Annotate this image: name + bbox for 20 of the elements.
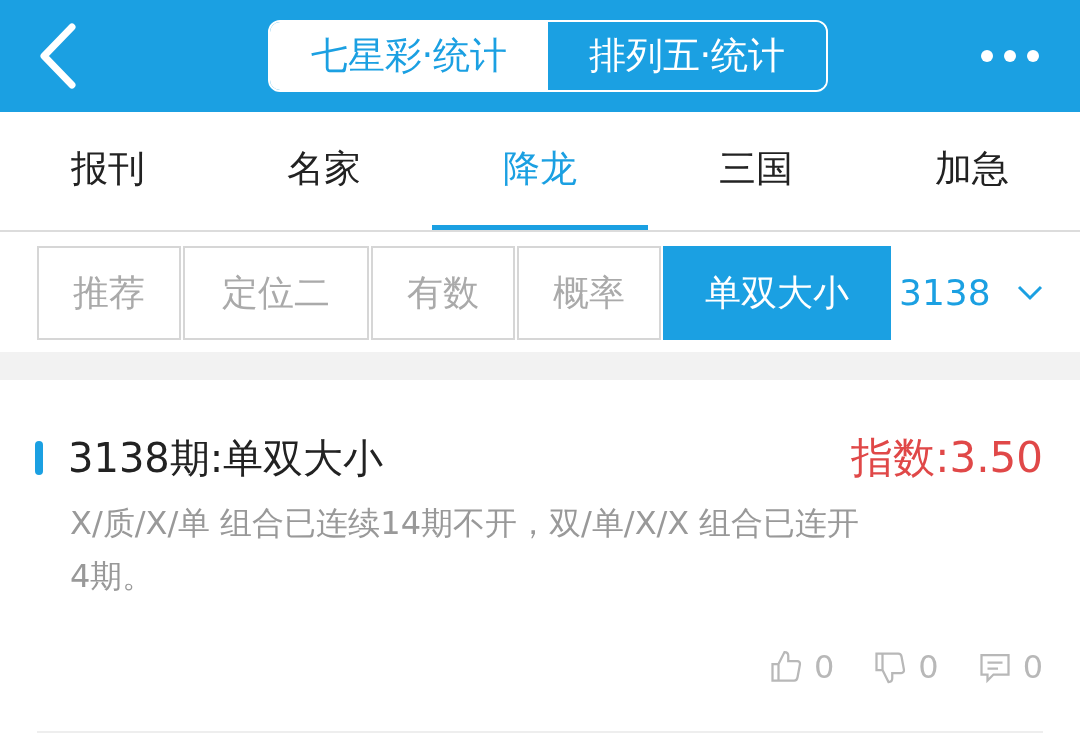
filter-tab[interactable]: 单双大小	[663, 246, 891, 340]
period-dropdown[interactable]: 3138	[899, 266, 1043, 320]
post-title: 3138期:单双大小	[68, 433, 384, 483]
accent-bar	[35, 440, 43, 475]
post-body: X/质/X/单 组合已连续14期不开，双/单/X/X 组合已连开4期。	[70, 503, 861, 597]
category-tab[interactable]: 名家	[216, 112, 432, 230]
index-score: 指数:3.50	[851, 432, 1043, 484]
dislike-button[interactable]: 0	[872, 643, 939, 691]
filter-tab[interactable]: 定位二	[183, 246, 369, 340]
filter-tab[interactable]: 有数	[371, 246, 515, 340]
filter-tab[interactable]: 概率	[517, 246, 661, 340]
category-tab[interactable]: 三国	[648, 112, 864, 230]
like-button[interactable]: 0	[767, 643, 835, 691]
comment-button[interactable]: 0	[976, 643, 1043, 691]
category-tab[interactable]: 加急	[864, 112, 1080, 230]
chevron-down-icon	[1016, 285, 1043, 301]
category-tab[interactable]: 降龙	[432, 112, 648, 230]
filter-tab[interactable]: 推荐	[37, 246, 181, 340]
segment-tab[interactable]: 七星彩·统计	[270, 22, 548, 90]
category-tab[interactable]: 报刊	[0, 112, 216, 230]
